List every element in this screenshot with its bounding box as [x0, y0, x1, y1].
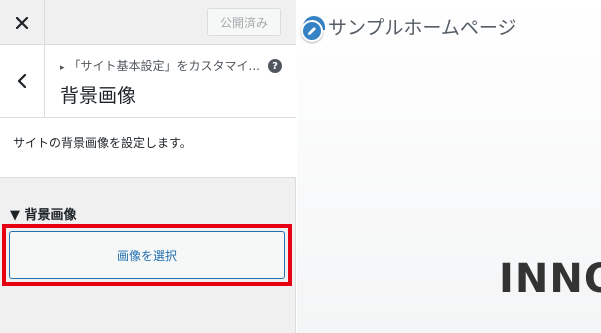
breadcrumb-text: 「サイト基本設定」をカスタマイ...	[68, 59, 260, 73]
section-header: ▸ 「サイト基本設定」をカスタマイ... ? 背景画像	[0, 45, 296, 118]
select-image-button[interactable]: 画像を選択	[9, 231, 285, 279]
control-title: ▼ 背景画像	[10, 208, 77, 223]
section-title: 背景画像	[60, 85, 137, 107]
site-title[interactable]: サンプルホームページ	[328, 13, 516, 40]
hero-heading: INNO	[499, 256, 601, 302]
back-button[interactable]	[0, 45, 45, 117]
publish-button[interactable]: 公開済み	[207, 8, 281, 36]
pencil-icon	[308, 27, 316, 35]
site-preview[interactable]: サンプルホームページ INNO	[297, 0, 601, 333]
breadcrumb-arrow-icon: ▸	[60, 63, 65, 73]
customizer-sidebar: 公開済み ▸ 「サイト基本設定」をカスタマイ... ? 背景画像 サイトの背景画像…	[0, 0, 296, 333]
section-description: サイトの背景画像を設定します。	[13, 136, 192, 150]
edit-shortcut-button[interactable]	[301, 20, 323, 42]
help-icon[interactable]: ?	[268, 59, 282, 73]
close-button[interactable]	[0, 0, 45, 45]
customizer-header: 公開済み	[0, 0, 296, 45]
breadcrumb: ▸ 「サイト基本設定」をカスタマイ...	[60, 57, 260, 74]
close-icon	[16, 16, 28, 29]
chevron-left-icon	[17, 74, 27, 88]
description-panel: サイトの背景画像を設定します。	[0, 118, 296, 178]
